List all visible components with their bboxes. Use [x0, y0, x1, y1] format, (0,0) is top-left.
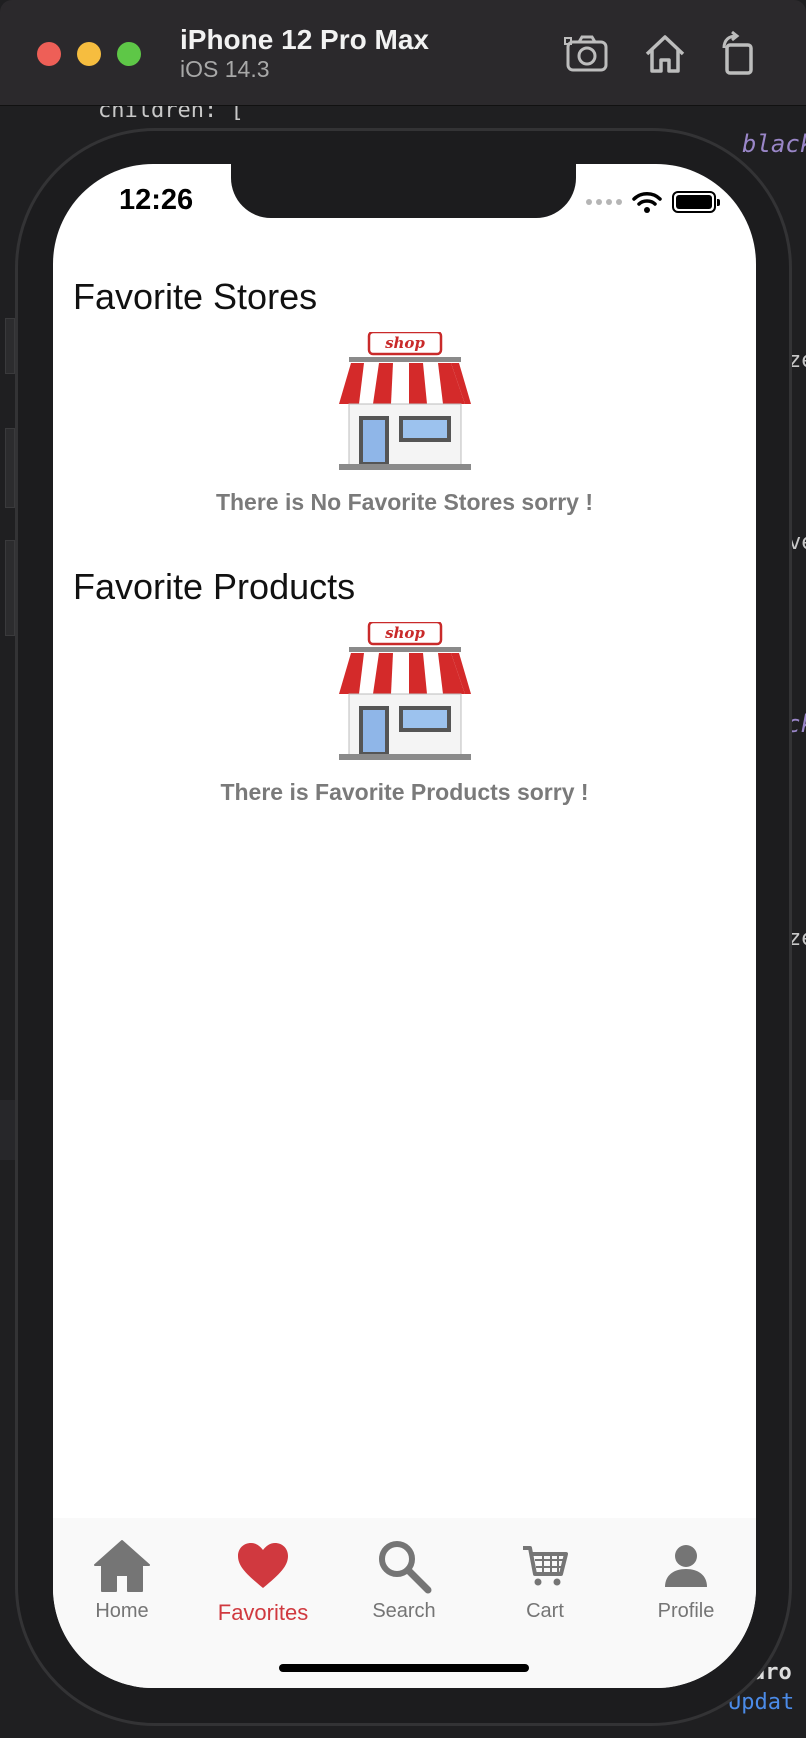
- editor-gutter-mark: [5, 318, 15, 374]
- tab-home[interactable]: Home: [67, 1518, 177, 1628]
- tab-label: Search: [372, 1600, 436, 1622]
- tab-label: Profile: [657, 1600, 715, 1622]
- app-screen: 12:26 Favorite Stores shop There is No F…: [53, 164, 756, 1688]
- bottom-tab-bar: Home Favorites Search Cart Profile: [53, 1518, 756, 1688]
- device-name: iPhone 12 Pro Max: [180, 24, 429, 55]
- home-icon[interactable]: [641, 30, 689, 78]
- wifi-icon: [632, 192, 662, 213]
- shop-storefront-image: shop: [333, 620, 477, 764]
- status-time: 12:26: [119, 184, 194, 216]
- cellular-signal-icon: [586, 199, 622, 205]
- editor-gutter-mark: [5, 540, 15, 636]
- os-version: iOS 14.3: [180, 56, 270, 82]
- tab-profile[interactable]: Profile: [631, 1518, 741, 1628]
- cart-icon: [513, 1534, 577, 1598]
- rotate-icon[interactable]: [714, 30, 762, 78]
- code-keyword: black: [742, 130, 806, 158]
- tab-cart[interactable]: Cart: [490, 1518, 600, 1628]
- close-window-button[interactable]: [37, 42, 61, 66]
- device-notch: [231, 164, 576, 218]
- tab-search[interactable]: Search: [349, 1518, 459, 1628]
- tab-label: Cart: [526, 1600, 564, 1622]
- shop-sign-text: shop: [385, 624, 425, 642]
- simulator-titlebar: iPhone 12 Pro Max iOS 14.3: [0, 0, 806, 106]
- minimize-window-button[interactable]: [77, 42, 101, 66]
- battery-icon: [672, 191, 720, 213]
- home-icon: [90, 1534, 154, 1598]
- tab-label: Home: [95, 1600, 149, 1622]
- home-indicator[interactable]: [279, 1664, 529, 1672]
- shop-storefront-image: shop: [333, 330, 477, 474]
- profile-icon: [654, 1534, 718, 1598]
- editor-gutter-mark: [5, 428, 15, 508]
- shop-sign-text: shop: [385, 334, 425, 352]
- tab-label: Favorites: [217, 1600, 309, 1625]
- favorite-products-title: Favorite Products: [73, 566, 356, 607]
- favorite-stores-empty-message: There is No Favorite Stores sorry !: [215, 489, 594, 515]
- tab-favorites[interactable]: Favorites: [208, 1518, 318, 1628]
- screenshot-icon[interactable]: [563, 30, 611, 78]
- favorite-stores-title: Favorite Stores: [73, 276, 318, 317]
- zoom-window-button[interactable]: [117, 42, 141, 66]
- favorite-products-empty-message: There is Favorite Products sorry !: [220, 779, 589, 805]
- status-icons: [586, 190, 720, 214]
- heart-icon: [231, 1534, 295, 1598]
- search-icon: [372, 1534, 436, 1598]
